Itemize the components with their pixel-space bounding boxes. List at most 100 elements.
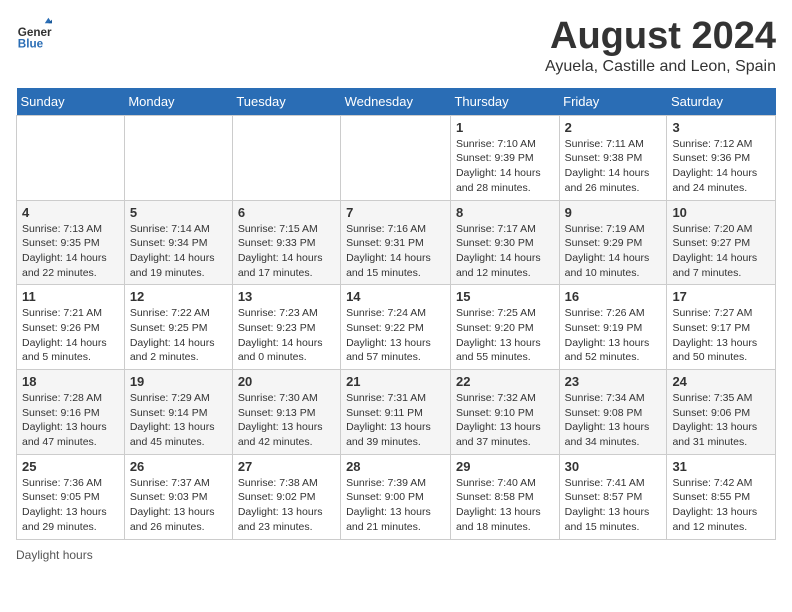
day-number: 31 [672, 459, 770, 474]
week-row-1: 1 Sunrise: 7:10 AM Sunset: 9:39 PM Daylig… [17, 115, 776, 200]
day-number: 4 [22, 205, 119, 220]
cal-cell: 30 Sunrise: 7:41 AM Sunset: 8:57 PM Dayli… [559, 454, 667, 539]
day-number: 11 [22, 289, 119, 304]
col-header-thursday: Thursday [450, 88, 559, 116]
cal-cell: 4 Sunrise: 7:13 AM Sunset: 9:35 PM Daylig… [17, 200, 125, 285]
cal-cell: 14 Sunrise: 7:24 AM Sunset: 9:22 PM Dayli… [341, 285, 451, 370]
day-info: Sunrise: 7:22 AM Sunset: 9:25 PM Dayligh… [130, 306, 227, 365]
cal-cell: 26Sunrise: 7:37 AM Sunset: 9:03 PM Dayli… [124, 454, 232, 539]
day-number: 10 [672, 205, 770, 220]
day-info: Sunrise: 7:24 AM Sunset: 9:22 PM Dayligh… [346, 306, 445, 365]
daylight-label: Daylight hours [16, 548, 93, 562]
day-number: 2 [565, 120, 662, 135]
cal-cell: 11 Sunrise: 7:21 AM Sunset: 9:26 PM Dayli… [17, 285, 125, 370]
day-info: Sunrise: 7:41 AM Sunset: 8:57 PM Dayligh… [565, 476, 662, 535]
cal-cell: 1 Sunrise: 7:10 AM Sunset: 9:39 PM Daylig… [450, 115, 559, 200]
page-header: General Blue August 2024 Ayuela, Castill… [16, 16, 776, 76]
calendar-table: SundayMondayTuesdayWednesdayThursdayFrid… [16, 88, 776, 540]
day-info: Sunrise: 7:37 AM Sunset: 9:03 PM Dayligh… [130, 476, 227, 535]
day-number: 8 [456, 205, 554, 220]
cal-cell: 13 Sunrise: 7:23 AM Sunset: 9:23 PM Dayli… [232, 285, 340, 370]
day-info: Sunrise: 7:15 AM Sunset: 9:33 PM Dayligh… [238, 222, 335, 281]
cal-cell: 19 Sunrise: 7:29 AM Sunset: 9:14 PM Dayli… [124, 370, 232, 455]
svg-text:Blue: Blue [18, 38, 44, 51]
day-number: 30 [565, 459, 662, 474]
cal-cell: 8 Sunrise: 7:17 AM Sunset: 9:30 PM Daylig… [450, 200, 559, 285]
col-header-tuesday: Tuesday [232, 88, 340, 116]
day-number: 1 [456, 120, 554, 135]
day-number: 5 [130, 205, 227, 220]
cal-cell [232, 115, 340, 200]
day-info: Sunrise: 7:16 AM Sunset: 9:31 PM Dayligh… [346, 222, 445, 281]
day-info: Sunrise: 7:11 AM Sunset: 9:38 PM Dayligh… [565, 137, 662, 196]
day-info: Sunrise: 7:38 AM Sunset: 9:02 PM Dayligh… [238, 476, 335, 535]
cal-cell: 6Sunrise: 7:15 AM Sunset: 9:33 PM Daylig… [232, 200, 340, 285]
day-info: Sunrise: 7:13 AM Sunset: 9:35 PM Dayligh… [22, 222, 119, 281]
footer-note: Daylight hours [16, 548, 776, 562]
day-info: Sunrise: 7:27 AM Sunset: 9:17 PM Dayligh… [672, 306, 770, 365]
day-number: 9 [565, 205, 662, 220]
cal-cell: 31 Sunrise: 7:42 AM Sunset: 8:55 PM Dayli… [667, 454, 776, 539]
week-row-3: 11 Sunrise: 7:21 AM Sunset: 9:26 PM Dayli… [17, 285, 776, 370]
cal-cell: 22Sunrise: 7:32 AM Sunset: 9:10 PM Dayli… [450, 370, 559, 455]
cal-cell: 15Sunrise: 7:25 AM Sunset: 9:20 PM Dayli… [450, 285, 559, 370]
calendar-title: August 2024 [545, 16, 776, 58]
cal-cell: 20Sunrise: 7:30 AM Sunset: 9:13 PM Dayli… [232, 370, 340, 455]
cal-cell: 17 Sunrise: 7:27 AM Sunset: 9:17 PM Dayli… [667, 285, 776, 370]
day-number: 29 [456, 459, 554, 474]
day-number: 18 [22, 374, 119, 389]
cal-cell [17, 115, 125, 200]
col-header-monday: Monday [124, 88, 232, 116]
day-info: Sunrise: 7:23 AM Sunset: 9:23 PM Dayligh… [238, 306, 335, 365]
day-number: 24 [672, 374, 770, 389]
day-info: Sunrise: 7:32 AM Sunset: 9:10 PM Dayligh… [456, 391, 554, 450]
day-number: 15 [456, 289, 554, 304]
day-info: Sunrise: 7:31 AM Sunset: 9:11 PM Dayligh… [346, 391, 445, 450]
logo-icon: General Blue [16, 16, 52, 52]
day-number: 19 [130, 374, 227, 389]
cal-cell: 9 Sunrise: 7:19 AM Sunset: 9:29 PM Daylig… [559, 200, 667, 285]
cal-cell: 23 Sunrise: 7:34 AM Sunset: 9:08 PM Dayli… [559, 370, 667, 455]
cal-cell: 18Sunrise: 7:28 AM Sunset: 9:16 PM Dayli… [17, 370, 125, 455]
day-info: Sunrise: 7:39 AM Sunset: 9:00 PM Dayligh… [346, 476, 445, 535]
cal-cell: 3 Sunrise: 7:12 AM Sunset: 9:36 PM Daylig… [667, 115, 776, 200]
day-number: 16 [565, 289, 662, 304]
calendar-subtitle: Ayuela, Castille and Leon, Spain [545, 58, 776, 76]
cal-cell [341, 115, 451, 200]
logo: General Blue [16, 16, 52, 52]
day-info: Sunrise: 7:21 AM Sunset: 9:26 PM Dayligh… [22, 306, 119, 365]
cal-cell: 12 Sunrise: 7:22 AM Sunset: 9:25 PM Dayli… [124, 285, 232, 370]
day-info: Sunrise: 7:36 AM Sunset: 9:05 PM Dayligh… [22, 476, 119, 535]
cal-cell: 2 Sunrise: 7:11 AM Sunset: 9:38 PM Daylig… [559, 115, 667, 200]
cal-cell: 29Sunrise: 7:40 AM Sunset: 8:58 PM Dayli… [450, 454, 559, 539]
cal-cell: 5Sunrise: 7:14 AM Sunset: 9:34 PM Daylig… [124, 200, 232, 285]
day-number: 23 [565, 374, 662, 389]
day-number: 28 [346, 459, 445, 474]
day-number: 20 [238, 374, 335, 389]
day-info: Sunrise: 7:42 AM Sunset: 8:55 PM Dayligh… [672, 476, 770, 535]
day-number: 3 [672, 120, 770, 135]
col-header-sunday: Sunday [17, 88, 125, 116]
day-info: Sunrise: 7:17 AM Sunset: 9:30 PM Dayligh… [456, 222, 554, 281]
col-header-saturday: Saturday [667, 88, 776, 116]
cal-cell: 25Sunrise: 7:36 AM Sunset: 9:05 PM Dayli… [17, 454, 125, 539]
cal-cell: 10 Sunrise: 7:20 AM Sunset: 9:27 PM Dayli… [667, 200, 776, 285]
col-header-friday: Friday [559, 88, 667, 116]
day-info: Sunrise: 7:20 AM Sunset: 9:27 PM Dayligh… [672, 222, 770, 281]
week-row-2: 4 Sunrise: 7:13 AM Sunset: 9:35 PM Daylig… [17, 200, 776, 285]
day-info: Sunrise: 7:34 AM Sunset: 9:08 PM Dayligh… [565, 391, 662, 450]
day-info: Sunrise: 7:10 AM Sunset: 9:39 PM Dayligh… [456, 137, 554, 196]
day-number: 21 [346, 374, 445, 389]
day-number: 17 [672, 289, 770, 304]
day-info: Sunrise: 7:19 AM Sunset: 9:29 PM Dayligh… [565, 222, 662, 281]
day-info: Sunrise: 7:35 AM Sunset: 9:06 PM Dayligh… [672, 391, 770, 450]
day-number: 12 [130, 289, 227, 304]
day-info: Sunrise: 7:29 AM Sunset: 9:14 PM Dayligh… [130, 391, 227, 450]
title-area: August 2024 Ayuela, Castille and Leon, S… [545, 16, 776, 76]
day-number: 13 [238, 289, 335, 304]
cal-cell: 28 Sunrise: 7:39 AM Sunset: 9:00 PM Dayli… [341, 454, 451, 539]
cal-cell: 21 Sunrise: 7:31 AM Sunset: 9:11 PM Dayli… [341, 370, 451, 455]
day-number: 14 [346, 289, 445, 304]
day-info: Sunrise: 7:12 AM Sunset: 9:36 PM Dayligh… [672, 137, 770, 196]
header-row: SundayMondayTuesdayWednesdayThursdayFrid… [17, 88, 776, 116]
